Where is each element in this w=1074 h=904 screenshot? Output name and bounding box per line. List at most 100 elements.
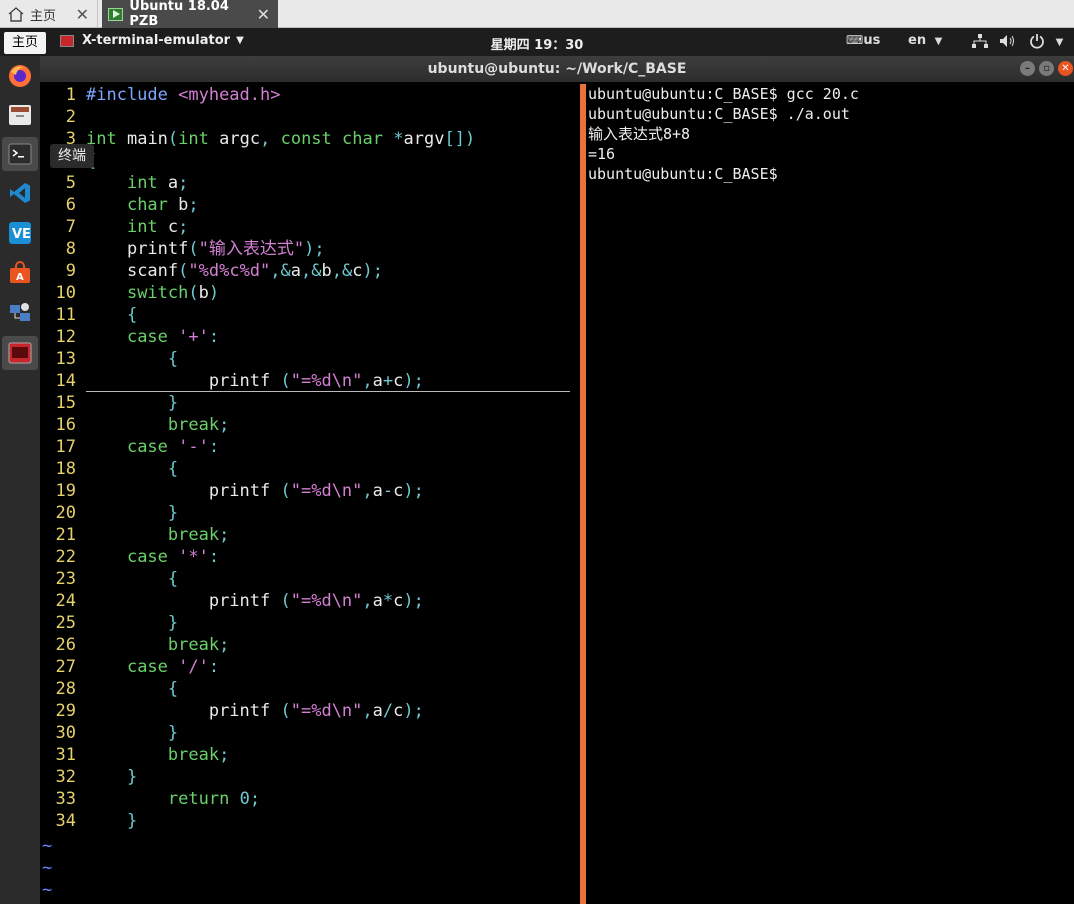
shell-pane[interactable]: ubuntu@ubuntu:C_BASE$ gcc 20.c ubuntu@ubu… [588,84,1074,904]
editor-line: 15 } [40,392,179,414]
line-number: 28 [55,679,76,699]
line-number: 31 [55,745,76,765]
line-number: 25 [55,613,76,633]
code-text: #include <myhead.h> [86,85,281,105]
empty-line-marker: ~ [42,880,53,900]
dock-terminal[interactable] [2,137,38,171]
network-tool-icon [10,303,30,321]
editor-line: 9 scanf("%d%c%d",&a,&b,&c); [40,260,383,282]
line-number: 14 [55,371,76,391]
editor-line: 19 printf ("=%d\n",a-c); [40,480,424,502]
editor-line: 13 { [40,348,179,370]
window-title: ubuntu@ubuntu: ~/Work/C_BASE [427,61,687,77]
editor-line: 28 { [40,678,179,700]
line-number: 1 [65,85,76,105]
keyboard-indicator[interactable]: ⌨us [846,33,880,48]
pane-divider[interactable] [580,84,586,904]
tab-home[interactable]: 主页 ✕ [0,0,98,28]
editor-line: 25 } [40,612,179,634]
editor-line: 31 break; [40,744,230,766]
code-text: scanf("%d%c%d",&a,&b,&c); [126,261,384,281]
home-tooltip: 主页 [4,32,46,54]
code-text: return 0; [167,789,261,809]
line-number: 10 [55,283,76,303]
window-titlebar[interactable]: ubuntu@ubuntu: ~/Work/C_BASE – ▫ ✕ [40,56,1074,82]
line-number: 33 [55,789,76,809]
chevron-down-icon: ▼ [934,36,943,47]
line-number: 32 [55,767,76,787]
line-number: 30 [55,723,76,743]
line-number: 23 [55,569,76,589]
code-text: printf ("=%d\n",a+c); [208,371,424,391]
code-text: } [167,393,179,413]
editor-line: 24 printf ("=%d\n",a*c); [40,590,424,612]
line-number: 27 [55,657,76,677]
editor-line: 30 } [40,722,179,744]
dock-terminal-emulator[interactable] [2,336,38,370]
code-text: } [167,503,179,523]
tab-home-label: 主页 [30,8,57,24]
system-menu[interactable]: ▼ [972,33,1063,49]
editor-line: 27 case '/': [40,656,220,678]
dock-files[interactable] [2,98,38,132]
close-icon[interactable]: ✕ [1058,61,1073,76]
editor-line: 18 { [40,458,179,480]
terminal-output-line: ubuntu@ubuntu:C_BASE$ [588,165,787,183]
vim-editor-pane[interactable]: 1 #include <myhead.h> 2 3 int main(int argc,… [40,84,580,904]
editor-line: 5 int a; [40,172,189,194]
app-menu[interactable]: X-terminal-emulator ▼ [60,33,244,48]
terminal-output-line: =16 [588,145,616,163]
volume-icon [999,35,1014,47]
line-number: 13 [55,349,76,369]
code-text: case '/': [126,657,220,677]
line-number: 7 [65,217,76,237]
code-text: } [167,613,179,633]
tab-vm[interactable]: Ubuntu 18.04 PZB ✕ [102,0,278,29]
code-text: printf ("=%d\n",a/c); [208,701,424,721]
terminal-emulator-icon [60,34,74,47]
empty-line-marker: ~ [42,836,53,856]
code-text: { [167,679,179,699]
keyboard-layout: us [863,33,881,48]
line-number: 15 [55,393,76,413]
editor-line: 1 #include <myhead.h> [40,84,281,106]
code-text: break; [167,635,230,655]
dock-vmware[interactable]: VE [2,216,38,250]
line-number: 19 [55,481,76,501]
code-text: case '+': [126,327,220,347]
editor-line: 6 char b; [40,194,199,216]
dock-firefox[interactable] [2,59,38,93]
code-text: char b; [126,195,199,215]
code-text: printf ("=%d\n",a*c); [208,591,424,611]
language-menu[interactable]: en ▼ [908,33,942,48]
code-text: break; [167,415,230,435]
code-text: break; [167,745,230,765]
close-icon[interactable]: ✕ [76,5,97,24]
vscode-icon [10,183,30,203]
editor-line: 16 break; [40,414,230,436]
network-icon [972,34,988,48]
close-icon[interactable]: ✕ [257,5,278,24]
code-text: { [167,569,179,589]
minimize-icon[interactable]: – [1020,61,1035,76]
line-number: 24 [55,591,76,611]
dock-vscode[interactable] [2,176,38,210]
dock-network-tool[interactable] [2,296,38,330]
dock-software[interactable]: A [2,256,38,290]
vm-tab-bar: 主页 ✕ Ubuntu 18.04 PZB ✕ [0,0,1074,29]
line-number: 6 [65,195,76,215]
editor-line: 32 } [40,766,138,788]
line-number: 20 [55,503,76,523]
editor-line: 12 case '+': [40,326,220,348]
code-text: int c; [126,217,189,237]
editor-line: 29 printf ("=%d\n",a/c); [40,700,424,722]
code-text: printf ("=%d\n",a-c); [208,481,424,501]
line-number: 16 [55,415,76,435]
language-label: en [908,33,927,48]
terminal-output-line: 输入表达式8+8 [588,125,691,143]
editor-line: 14 printf ("=%d\n",a+c); [40,370,570,392]
line-number: 29 [55,701,76,721]
home-icon [8,6,24,22]
maximize-icon[interactable]: ▫ [1039,61,1054,76]
editor-line: 10 switch(b) [40,282,220,304]
